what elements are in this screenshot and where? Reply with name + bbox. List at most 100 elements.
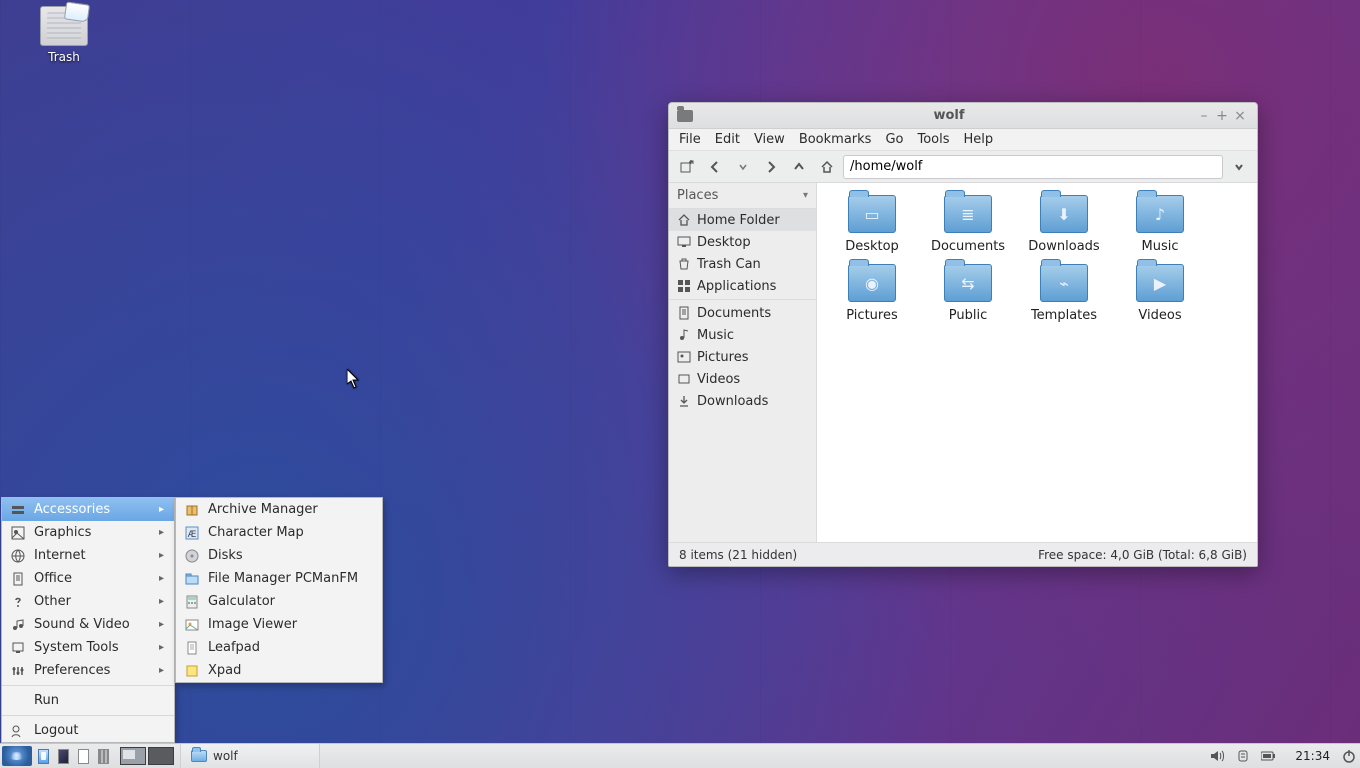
folder-icon: ⇆ [944,264,992,302]
sidebar-header[interactable]: Places ▾ [669,183,816,209]
menu-item-office[interactable]: Office▸ [2,567,174,590]
battery-icon[interactable] [1261,748,1277,764]
desktop-icon-trash[interactable]: Trash [28,6,100,64]
folder-pictures[interactable]: ◉Pictures [827,264,917,323]
folder-label: Downloads [1028,239,1099,254]
history-button[interactable] [731,155,755,179]
start-menu-button[interactable] [2,746,32,766]
menu-view[interactable]: View [754,132,785,147]
office-icon [10,571,26,587]
up-button[interactable] [787,155,811,179]
menu-item-other[interactable]: Other▸ [2,590,174,613]
network-icon[interactable] [1235,748,1251,764]
other-icon [10,594,26,610]
folder-icon: ◉ [848,264,896,302]
icon-view[interactable]: ▭Desktop ≣ Documents ⬇Downloads♪Music ◉Pictu… [817,183,1257,542]
back-button[interactable] [703,155,727,179]
sidebar-item-desktop[interactable]: Desktop [669,231,816,253]
logout-icon [10,723,26,739]
menu-item-label: Office [34,571,72,586]
titlebar[interactable]: wolf – + × [669,103,1257,129]
folder-downloads[interactable]: ⬇Downloads [1019,195,1109,254]
folder-desktop[interactable]: ▭Desktop [827,195,917,254]
quicklaunch-browser[interactable] [74,744,94,768]
submenu-item-leafpad[interactable]: Leafpad [176,636,382,659]
folder-icon [677,110,693,122]
shutdown-button[interactable] [1338,744,1360,768]
menu-item-logout[interactable]: Logout [2,719,174,742]
submenu-item-xpad[interactable]: Xpad [176,659,382,682]
menu-item-internet[interactable]: Internet▸ [2,544,174,567]
close-button[interactable]: × [1231,109,1249,123]
sidebar-item-videos[interactable]: Videos [669,368,816,390]
menu-item-label: Run [34,693,59,708]
menu-item-run[interactable]: Run [2,689,174,712]
workspace-1[interactable] [120,747,146,765]
go-button[interactable] [1227,155,1251,179]
menu-separator [2,685,174,686]
quicklaunch-show-desktop[interactable] [94,744,114,768]
folder-documents[interactable]: ≣ Documents [923,195,1013,254]
submenu-item-file-manager-pcmanfm[interactable]: File Manager PCManFM [176,567,382,590]
menu-item-preferences[interactable]: Preferences▸ [2,659,174,682]
folder-icon: ≣ [944,195,992,233]
taskbar-task-wolf[interactable]: wolf [180,744,320,768]
status-right: Free space: 4,0 GiB (Total: 6,8 GiB) [1038,548,1247,562]
taskbar-clock[interactable]: 21:34 [1287,744,1338,768]
menu-help[interactable]: Help [964,132,994,147]
sidebar-item-home-folder[interactable]: Home Folder [669,209,816,231]
forward-button[interactable] [759,155,783,179]
submenu-item-character-map[interactable]: ÆCharacter Map [176,521,382,544]
volume-icon[interactable] [1209,748,1225,764]
folder-icon: ▶ [1136,264,1184,302]
home-icon [677,213,691,227]
sidebar-item-downloads[interactable]: Downloads [669,390,816,412]
menu-file[interactable]: File [679,132,701,147]
xpad-icon [184,663,200,679]
submenu-item-disks[interactable]: Disks [176,544,382,567]
sidebar-item-label: Documents [697,306,771,321]
folder-label: Music [1142,239,1179,254]
folder-music[interactable]: ♪Music [1115,195,1205,254]
folder-label: Desktop [845,239,899,254]
sidebar-item-music[interactable]: Music [669,324,816,346]
mouse-cursor [347,369,361,389]
menu-item-graphics[interactable]: Graphics▸ [2,521,174,544]
sidebar-item-applications[interactable]: Applications [669,275,816,297]
home-button[interactable] [815,155,839,179]
minimize-button[interactable]: – [1195,109,1213,123]
preferences-icon [10,663,26,679]
folder-public[interactable]: ⇆Public [923,264,1013,323]
sidebar-item-documents[interactable]: Documents [669,302,816,324]
maximize-button[interactable]: + [1213,109,1231,123]
submenu-item-galculator[interactable]: Galculator [176,590,382,613]
menu-edit[interactable]: Edit [715,132,740,147]
folder-videos[interactable]: ▶Videos [1115,264,1205,323]
desktop-icon [677,235,691,249]
menu-tools[interactable]: Tools [917,132,949,147]
new-tab-button[interactable] [675,155,699,179]
system-tray [1199,744,1287,768]
path-input[interactable] [850,159,1216,174]
workspace-2[interactable] [148,747,174,765]
menu-go[interactable]: Go [885,132,903,147]
submenu-item-label: Disks [208,548,243,563]
folder-label: Documents [931,239,1005,254]
menu-bookmarks[interactable]: Bookmarks [799,132,872,147]
window-title: wolf [703,108,1195,123]
systemtools-icon [10,640,26,656]
downloads-icon [677,394,691,408]
submenu-item-image-viewer[interactable]: Image Viewer [176,613,382,636]
submenu-item-archive-manager[interactable]: Archive Manager [176,498,382,521]
sidebar-item-label: Music [697,328,734,343]
folder-templates[interactable]: ⌁Templates [1019,264,1109,323]
menu-item-sound-video[interactable]: Sound & Video▸ [2,613,174,636]
menu-item-accessories[interactable]: Accessories▸ [2,498,174,521]
sidebar-item-label: Downloads [697,394,768,409]
path-bar[interactable] [843,155,1223,179]
quicklaunch-terminal[interactable] [54,744,74,768]
menu-item-system-tools[interactable]: System Tools▸ [2,636,174,659]
sidebar-item-pictures[interactable]: Pictures [669,346,816,368]
sidebar-item-trash-can[interactable]: Trash Can [669,253,816,275]
quicklaunch-filemanager[interactable] [34,744,54,768]
